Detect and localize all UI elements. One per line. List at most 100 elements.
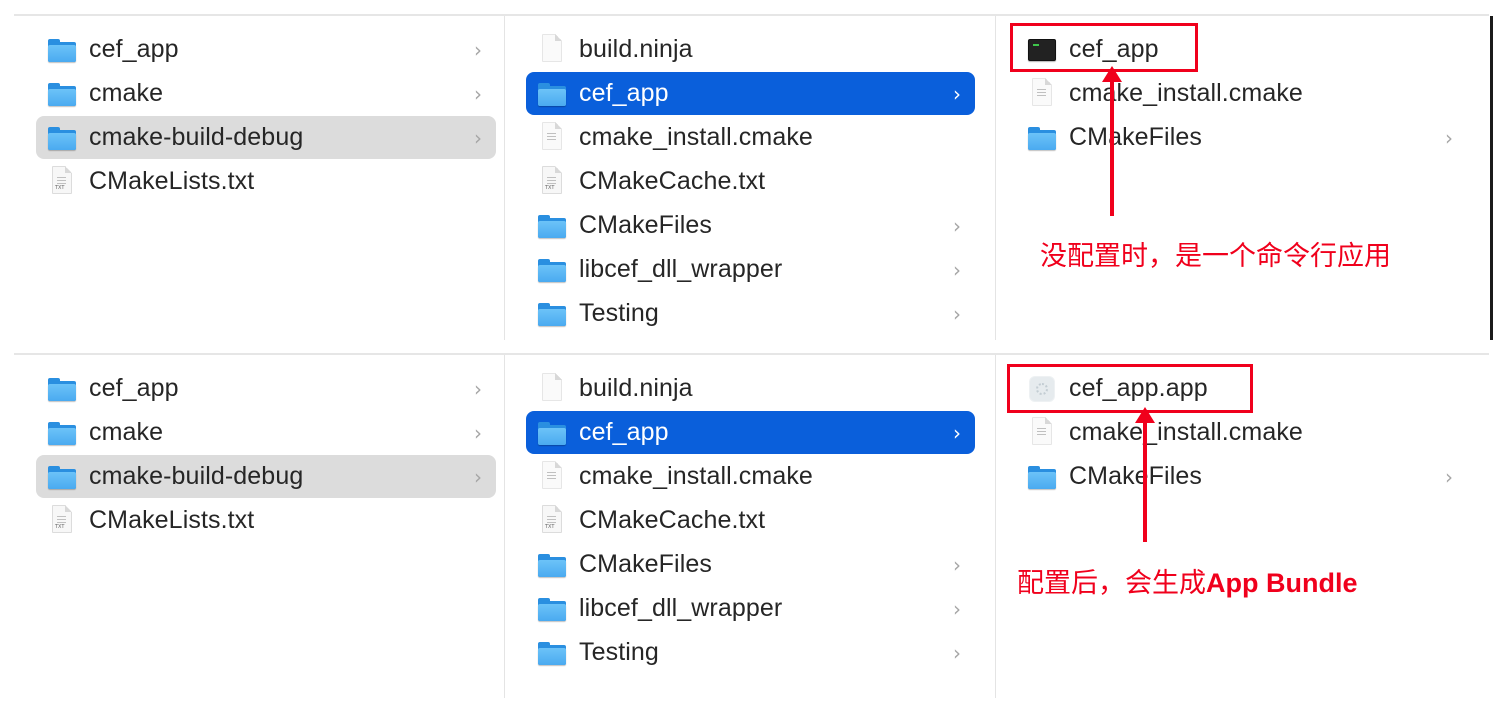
file-list-item[interactable]: cef_app › <box>526 72 975 115</box>
blank-file-icon <box>538 33 566 62</box>
file-name: cef_app <box>89 374 179 402</box>
file-name: CMakeFiles <box>1069 123 1202 151</box>
text-file-icon: TXT <box>48 165 76 194</box>
chevron-right-icon: › <box>474 464 482 489</box>
chevron-right-icon: › <box>474 37 482 62</box>
file-name: libcef_dll_wrapper <box>579 594 783 622</box>
file-name: libcef_dll_wrapper <box>579 255 783 283</box>
annotation-after-bold-text: App Bundle <box>1206 568 1358 598</box>
finder-panel-before: cef_app › cmake › cmake-build-debug › TXT CMake… <box>14 14 1493 340</box>
file-list-item[interactable]: CMakeFiles › <box>1016 116 1467 159</box>
file-name: build.ninja <box>579 374 693 402</box>
file-name: cmake-build-debug <box>89 462 304 490</box>
chevron-right-icon: › <box>953 596 961 621</box>
arrow-up-icon <box>1102 66 1122 216</box>
file-list-item[interactable]: cef_app › <box>36 367 496 410</box>
file-name: build.ninja <box>579 35 693 63</box>
folder-icon <box>538 553 566 577</box>
file-list-item[interactable]: libcef_dll_wrapper › <box>526 587 975 630</box>
folder-icon <box>48 38 76 62</box>
file-list-item[interactable]: cmake_install.cmake <box>526 116 975 159</box>
folder-icon <box>538 214 566 238</box>
file-name: cmake_install.cmake <box>579 123 813 151</box>
file-list-item[interactable]: cmake_install.cmake <box>526 455 975 498</box>
file-name: CMakeLists.txt <box>89 506 255 534</box>
file-name: CMakeLists.txt <box>89 167 255 195</box>
document-icon <box>538 121 566 150</box>
text-file-icon: TXT <box>538 165 566 194</box>
file-name: Testing <box>579 299 659 327</box>
file-name: cmake_install.cmake <box>579 462 813 490</box>
folder-icon <box>538 641 566 665</box>
file-list-item[interactable]: TXT CMakeCache.txt <box>526 499 975 542</box>
file-list-item[interactable]: TXT CMakeLists.txt <box>36 160 496 203</box>
folder-icon <box>48 377 76 401</box>
file-name: cmake_install.cmake <box>1069 418 1303 446</box>
chevron-right-icon: › <box>953 213 961 238</box>
folder-icon <box>48 82 76 106</box>
folder-icon <box>538 421 566 445</box>
file-list-item[interactable]: TXT CMakeCache.txt <box>526 160 975 203</box>
finder-column-2: build.ninja cef_app › cmake_install.cmake TX… <box>505 16 996 340</box>
file-name: cef_app <box>579 79 669 107</box>
chevron-right-icon: › <box>953 420 961 445</box>
annotation-before-text: 没配置时，是一个命令行应用 <box>1040 241 1391 272</box>
file-list-item[interactable]: cef_app › <box>526 411 975 454</box>
folder-icon <box>1028 465 1056 489</box>
file-list-item[interactable]: cmake-build-debug › <box>36 455 496 498</box>
folder-icon <box>538 82 566 106</box>
blank-file-icon <box>538 372 566 401</box>
file-list-item[interactable]: cmake_install.cmake <box>1016 411 1467 454</box>
file-list-item[interactable]: Testing › <box>526 292 975 335</box>
file-name: cmake_install.cmake <box>1069 79 1303 107</box>
arrow-up-icon <box>1135 407 1155 542</box>
file-list-item[interactable]: cmake-build-debug › <box>36 116 496 159</box>
file-list-item[interactable]: CMakeFiles › <box>526 543 975 586</box>
file-name: CMakeFiles <box>1069 462 1202 490</box>
text-file-icon: TXT <box>48 504 76 533</box>
file-list-item[interactable]: cmake › <box>36 72 496 115</box>
file-list-item[interactable]: libcef_dll_wrapper › <box>526 248 975 291</box>
finder-panel-after: cef_app › cmake › cmake-build-debug › TXT CMake… <box>14 353 1489 698</box>
file-list-item[interactable]: build.ninja <box>526 367 975 410</box>
file-name: cmake-build-debug <box>89 123 304 151</box>
file-name: CMakeFiles <box>579 211 712 239</box>
file-list-item[interactable]: build.ninja <box>526 28 975 71</box>
document-icon <box>538 460 566 489</box>
chevron-right-icon: › <box>953 257 961 282</box>
file-list-item[interactable]: CMakeFiles › <box>1016 455 1467 498</box>
file-list-item[interactable]: cmake_install.cmake <box>1016 72 1467 115</box>
highlight-box-executable <box>1010 23 1198 72</box>
file-list-item[interactable]: cef_app › <box>36 28 496 71</box>
chevron-right-icon: › <box>474 125 482 150</box>
folder-icon <box>538 597 566 621</box>
folder-icon <box>538 258 566 282</box>
chevron-right-icon: › <box>474 420 482 445</box>
folder-icon <box>48 126 76 150</box>
file-list-item[interactable]: TXT CMakeLists.txt <box>36 499 496 542</box>
file-name: cef_app <box>89 35 179 63</box>
highlight-box-app-bundle <box>1007 364 1253 413</box>
chevron-right-icon: › <box>953 81 961 106</box>
finder-column-1: cef_app › cmake › cmake-build-debug › TXT CMake… <box>14 16 505 340</box>
chevron-right-icon: › <box>474 376 482 401</box>
folder-icon <box>48 465 76 489</box>
folder-icon <box>48 421 76 445</box>
chevron-right-icon: › <box>474 81 482 106</box>
file-name: cmake <box>89 79 164 107</box>
annotation-before: 没配置时，是一个命令行应用 <box>1040 234 1391 273</box>
folder-icon <box>538 302 566 326</box>
annotation-after-text: 配置后，会生成 <box>1017 568 1206 599</box>
chevron-right-icon: › <box>1445 125 1453 150</box>
document-icon <box>1028 77 1056 106</box>
file-list-item[interactable]: Testing › <box>526 631 975 674</box>
chevron-right-icon: › <box>953 301 961 326</box>
file-name: cmake <box>89 418 164 446</box>
finder-column-1: cef_app › cmake › cmake-build-debug › TXT CMake… <box>14 355 505 698</box>
file-list-item[interactable]: cmake › <box>36 411 496 454</box>
finder-column-2: build.ninja cef_app › cmake_install.cmake TX… <box>505 355 996 698</box>
text-file-icon: TXT <box>538 504 566 533</box>
file-name: CMakeFiles <box>579 550 712 578</box>
file-name: CMakeCache.txt <box>579 167 766 195</box>
file-list-item[interactable]: CMakeFiles › <box>526 204 975 247</box>
